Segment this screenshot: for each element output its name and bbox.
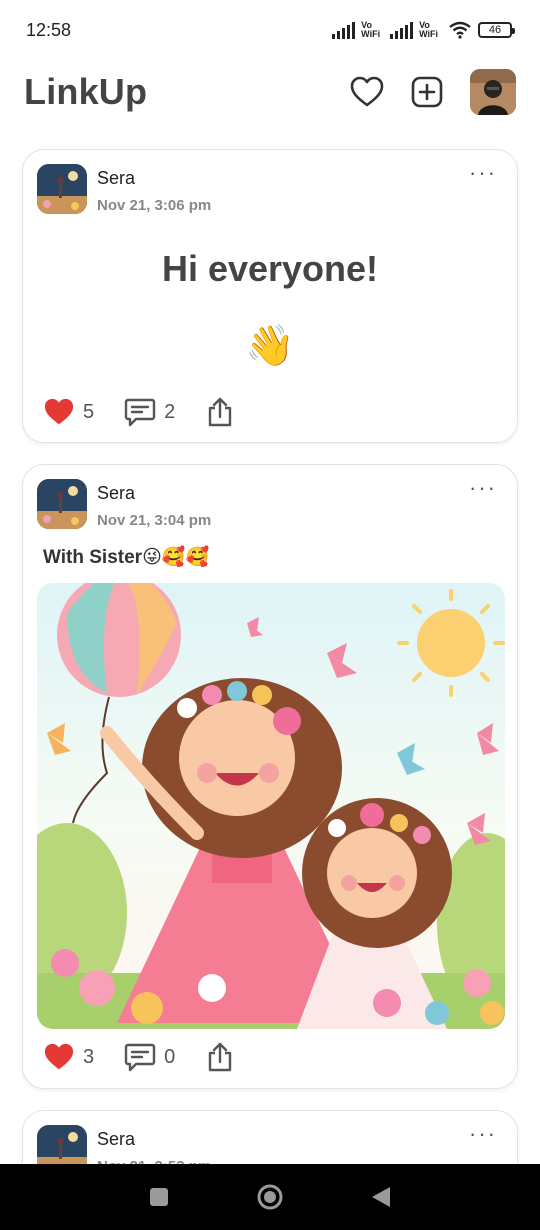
post-meta: Sera Nov 21, 3:06 pm: [97, 164, 211, 214]
author-photo-icon: [37, 479, 87, 529]
post-actions: 5 2: [43, 396, 265, 428]
vowifi-label-2: Vo WiFi: [419, 21, 438, 39]
like-count: 3: [83, 1045, 95, 1068]
status-time: 12:58: [26, 19, 72, 40]
post-emoji: 👋: [245, 324, 295, 368]
author-avatar[interactable]: [37, 164, 87, 214]
post-actions: 3 0: [43, 1041, 265, 1073]
home-icon[interactable]: [256, 1183, 284, 1211]
heart-filled-icon: [44, 398, 74, 425]
post-image[interactable]: [37, 583, 505, 1029]
post-text: Hi everyone!: [161, 248, 379, 289]
author-name[interactable]: Sera: [97, 1129, 211, 1150]
post-time: Nov 21, 3:06 pm: [97, 197, 212, 214]
more-options-icon[interactable]: ···: [469, 1123, 497, 1145]
profile-photo-icon: [470, 69, 516, 115]
like-button[interactable]: 5: [43, 397, 94, 427]
post-card-1: Sera Nov 21, 3:06 pm ··· Hi everyone! 👋 …: [22, 149, 518, 443]
heart-filled-icon: [44, 1043, 74, 1070]
signal-icon: [332, 21, 356, 39]
comment-icon: [124, 1043, 156, 1072]
battery-icon: 46: [478, 22, 515, 38]
favorites-button[interactable]: [350, 75, 384, 109]
share-button[interactable]: [205, 1041, 235, 1073]
comment-count: 2: [164, 400, 176, 423]
comment-count: 0: [164, 1045, 176, 1068]
more-options-icon[interactable]: ···: [469, 477, 497, 499]
illustration-sisters-image: [37, 583, 505, 1029]
author-name[interactable]: Sera: [97, 483, 211, 504]
create-post-button[interactable]: [410, 75, 444, 109]
status-icons: Vo WiFi Vo WiFi 46: [332, 21, 515, 39]
app-title: LinkUp: [24, 71, 148, 112]
heart-outline-icon: [350, 76, 384, 107]
wifi-text: WiFi: [361, 29, 381, 39]
post-header: Sera Nov 21, 3:04 pm: [37, 479, 211, 529]
recents-icon[interactable]: [148, 1186, 170, 1208]
post-time: Nov 21, 3:04 pm: [97, 512, 212, 529]
plus-square-icon: [411, 76, 443, 108]
header-actions: [350, 69, 516, 115]
battery-level: 46: [488, 24, 502, 36]
status-bar: 12:58 Vo WiFi Vo WiFi 46: [0, 0, 540, 60]
like-button[interactable]: 3: [43, 1042, 94, 1072]
post-header: Sera Nov 21, 3:06 pm: [37, 164, 211, 214]
wifi-text-2: WiFi: [419, 29, 438, 39]
share-icon: [209, 397, 232, 427]
system-nav-bar: [0, 1164, 540, 1230]
comment-button[interactable]: 0: [124, 1042, 175, 1072]
comment-icon: [124, 398, 156, 427]
back-icon[interactable]: [370, 1185, 392, 1209]
vowifi-label: Vo WiFi: [361, 21, 380, 39]
post-meta: Sera Nov 21, 3:04 pm: [97, 479, 211, 529]
share-button[interactable]: [205, 396, 235, 428]
share-icon: [209, 1042, 232, 1072]
profile-avatar[interactable]: [470, 69, 516, 115]
wifi-icon: [449, 21, 471, 39]
author-photo-icon: [37, 164, 87, 214]
post-card-2: Sera Nov 21, 3:04 pm ··· With Sister😜🥰🥰: [22, 464, 518, 1089]
comment-button[interactable]: 2: [124, 397, 175, 427]
post-caption: With Sister😜🥰🥰: [43, 547, 210, 568]
more-options-icon[interactable]: ···: [469, 162, 497, 184]
signal-icon-2: [390, 21, 414, 39]
app-header: LinkUp: [0, 60, 540, 124]
author-avatar[interactable]: [37, 479, 87, 529]
author-name[interactable]: Sera: [97, 168, 211, 189]
like-count: 5: [83, 400, 95, 423]
